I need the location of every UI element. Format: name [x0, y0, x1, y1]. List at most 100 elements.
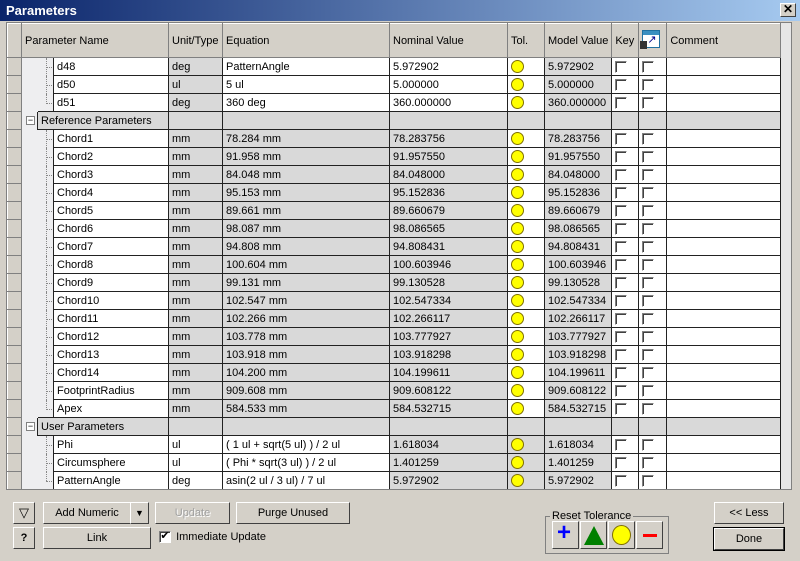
param-key[interactable]: [611, 237, 640, 256]
param-equation[interactable]: 104.200 mm: [222, 363, 390, 382]
param-equation[interactable]: 89.661 mm: [222, 201, 390, 220]
add-numeric-button[interactable]: Add Numeric: [43, 502, 131, 524]
row-selector[interactable]: [7, 93, 22, 112]
row-selector[interactable]: [7, 183, 22, 202]
table-row[interactable]: Chord9 mm 99.131 mm 99.130528 99.130528: [7, 273, 782, 292]
export-checkbox[interactable]: [642, 96, 655, 109]
row-selector[interactable]: [7, 309, 22, 328]
param-export[interactable]: [638, 309, 668, 328]
param-key[interactable]: [611, 129, 640, 148]
param-tolerance[interactable]: [507, 399, 545, 418]
row-selector[interactable]: [7, 57, 22, 76]
row-selector[interactable]: [7, 417, 22, 436]
param-export[interactable]: [638, 255, 668, 274]
table-row[interactable]: Chord10 mm 102.547 mm 102.547334 102.547334: [7, 291, 782, 310]
key-checkbox[interactable]: [615, 150, 628, 163]
row-selector[interactable]: [7, 471, 22, 489]
col-tolerance[interactable]: Tol.: [507, 23, 545, 58]
param-unit[interactable]: ul: [168, 435, 223, 454]
key-checkbox[interactable]: [615, 186, 628, 199]
param-tolerance[interactable]: [507, 201, 545, 220]
param-tolerance[interactable]: [507, 345, 545, 364]
param-tolerance[interactable]: [507, 327, 545, 346]
param-export[interactable]: [638, 381, 668, 400]
export-checkbox[interactable]: [642, 348, 655, 361]
export-checkbox[interactable]: [642, 330, 655, 343]
row-selector[interactable]: [7, 381, 22, 400]
table-row[interactable]: d51 deg 360 deg 360.000000 360.000000: [7, 93, 782, 112]
param-key[interactable]: [611, 255, 640, 274]
table-row[interactable]: Chord1 mm 78.284 mm 78.283756 78.283756: [7, 129, 782, 148]
param-key[interactable]: [611, 363, 640, 382]
param-name[interactable]: Circumsphere: [53, 453, 169, 472]
row-selector[interactable]: [7, 327, 22, 346]
param-export[interactable]: [638, 201, 668, 220]
row-selector[interactable]: [7, 345, 22, 364]
param-comment[interactable]: [666, 273, 782, 292]
param-unit[interactable]: mm: [168, 309, 223, 328]
table-row[interactable]: Chord12 mm 103.778 mm 103.777927 103.777927: [7, 327, 782, 346]
table-row[interactable]: d48 deg PatternAngle 5.972902 5.972902: [7, 57, 782, 76]
param-equation[interactable]: ( 1 ul + sqrt(5 ul) ) / 2 ul: [222, 435, 390, 454]
param-unit[interactable]: deg: [168, 57, 223, 76]
param-unit[interactable]: mm: [168, 147, 223, 166]
param-equation[interactable]: 584.533 mm: [222, 399, 390, 418]
key-checkbox[interactable]: [615, 474, 628, 487]
tolerance-upper-button[interactable]: +: [552, 519, 579, 549]
param-equation[interactable]: 84.048 mm: [222, 165, 390, 184]
export-checkbox[interactable]: [642, 222, 655, 235]
param-key[interactable]: [611, 381, 640, 400]
key-checkbox[interactable]: [615, 132, 628, 145]
param-equation[interactable]: 78.284 mm: [222, 129, 390, 148]
key-checkbox[interactable]: [615, 276, 628, 289]
param-key[interactable]: [611, 147, 640, 166]
param-export[interactable]: [638, 93, 668, 112]
param-name[interactable]: Chord6: [53, 219, 169, 238]
table-row[interactable]: Chord13 mm 103.918 mm 103.918298 103.918298: [7, 345, 782, 364]
export-checkbox[interactable]: [642, 474, 655, 487]
tolerance-nominal-button[interactable]: [608, 521, 635, 549]
param-key[interactable]: [611, 93, 640, 112]
col-unit-type[interactable]: Unit/Type: [168, 23, 223, 58]
col-equation[interactable]: Equation: [222, 23, 390, 58]
key-checkbox[interactable]: [615, 78, 628, 91]
tree-toggle[interactable]: −: [21, 417, 38, 436]
key-checkbox[interactable]: [615, 240, 628, 253]
key-checkbox[interactable]: [615, 366, 628, 379]
table-row[interactable]: Chord2 mm 91.958 mm 91.957550 91.957550: [7, 147, 782, 166]
param-key[interactable]: [611, 291, 640, 310]
export-checkbox[interactable]: [642, 78, 655, 91]
param-name[interactable]: Apex: [53, 399, 169, 418]
param-export[interactable]: [638, 183, 668, 202]
param-comment[interactable]: [666, 57, 782, 76]
param-equation[interactable]: 99.131 mm: [222, 273, 390, 292]
param-unit[interactable]: mm: [168, 255, 223, 274]
param-tolerance[interactable]: [507, 237, 545, 256]
param-unit[interactable]: mm: [168, 381, 223, 400]
less-button[interactable]: << Less: [714, 502, 784, 524]
param-key[interactable]: [611, 471, 640, 489]
param-export[interactable]: [638, 435, 668, 454]
param-unit[interactable]: ul: [168, 453, 223, 472]
param-name[interactable]: PatternAngle: [53, 471, 169, 489]
key-checkbox[interactable]: [615, 456, 628, 469]
param-name[interactable]: Chord11: [53, 309, 169, 328]
param-comment[interactable]: [666, 291, 782, 310]
param-unit[interactable]: mm: [168, 273, 223, 292]
col-nominal-value[interactable]: Nominal Value: [389, 23, 508, 58]
table-row[interactable]: Chord8 mm 100.604 mm 100.603946 100.603946: [7, 255, 782, 274]
param-equation[interactable]: 5 ul: [222, 75, 390, 94]
param-comment[interactable]: [666, 327, 782, 346]
col-export[interactable]: ↗: [638, 23, 668, 58]
param-unit[interactable]: mm: [168, 363, 223, 382]
param-name[interactable]: Chord14: [53, 363, 169, 382]
param-comment[interactable]: [666, 471, 782, 489]
param-unit[interactable]: ul: [168, 75, 223, 94]
param-export[interactable]: [638, 273, 668, 292]
export-checkbox[interactable]: [642, 258, 655, 271]
param-equation[interactable]: 103.778 mm: [222, 327, 390, 346]
key-checkbox[interactable]: [615, 168, 628, 181]
param-name[interactable]: Chord2: [53, 147, 169, 166]
export-checkbox[interactable]: [642, 132, 655, 145]
param-equation[interactable]: 98.087 mm: [222, 219, 390, 238]
